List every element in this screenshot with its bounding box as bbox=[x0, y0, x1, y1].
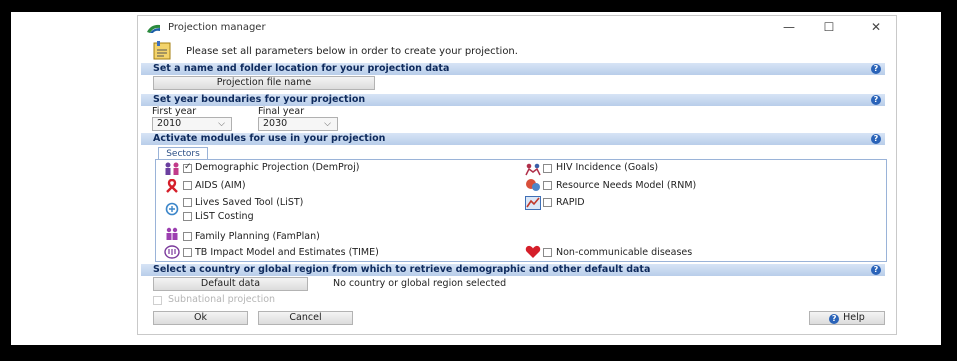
rnm-icon bbox=[526, 179, 540, 191]
rapid-icon bbox=[525, 196, 541, 210]
time-label: TB Impact Model and Estimates (TIME) bbox=[195, 247, 379, 258]
intro-text: Please set all parameters below in order… bbox=[186, 46, 518, 57]
help-icon[interactable]: ? bbox=[871, 265, 881, 275]
rnm-label: Resource Needs Model (RNM) bbox=[556, 180, 697, 191]
famplan-label: Family Planning (FamPlan) bbox=[195, 231, 320, 242]
window-title: Projection manager bbox=[168, 22, 266, 33]
subnational-checkbox[interactable] bbox=[153, 296, 162, 305]
section-years-title: Set year boundaries for your projection bbox=[153, 94, 366, 105]
ncd-label: Non-communicable diseases bbox=[556, 247, 693, 258]
demproj-label: Demographic Projection (DemProj) bbox=[195, 162, 360, 173]
app-logo-icon bbox=[147, 24, 160, 33]
demproj-checkbox[interactable] bbox=[183, 162, 192, 173]
goals-label: HIV Incidence (Goals) bbox=[556, 162, 659, 173]
ncd-checkbox[interactable] bbox=[543, 248, 552, 257]
section-modules-header: Activate modules for use in your project… bbox=[141, 133, 885, 145]
rapid-checkbox[interactable] bbox=[543, 198, 552, 207]
chevron-down-icon: ⌵ bbox=[218, 119, 225, 129]
help-icon[interactable]: ? bbox=[871, 64, 881, 74]
list-costing-checkbox[interactable] bbox=[183, 212, 192, 221]
section-name-header: Set a name and folder location for your … bbox=[141, 63, 885, 75]
final-year-select[interactable]: 2030 ⌵ bbox=[258, 117, 338, 131]
final-year-value: 2030 bbox=[263, 118, 288, 129]
help-icon[interactable]: ? bbox=[871, 134, 881, 144]
projection-file-name-button[interactable]: Projection file name bbox=[153, 76, 375, 90]
goals-icon bbox=[525, 163, 541, 176]
ok-button[interactable]: Ok bbox=[153, 311, 248, 325]
close-button[interactable]: ✕ bbox=[865, 18, 887, 36]
first-year-label: First year bbox=[152, 106, 197, 117]
aids-label: AIDS (AIM) bbox=[195, 180, 246, 191]
help-icon: ? bbox=[829, 314, 840, 324]
famplan-checkbox[interactable] bbox=[183, 232, 192, 241]
first-year-select[interactable]: 2010 ⌵ bbox=[152, 117, 232, 131]
list-costing-label: LiST Costing bbox=[195, 211, 254, 222]
aids-ribbon-icon bbox=[166, 179, 178, 193]
famplan-icon bbox=[166, 227, 178, 240]
default-data-button[interactable]: Default data bbox=[153, 277, 308, 291]
minimize-button[interactable]: — bbox=[778, 18, 800, 36]
heart-icon bbox=[525, 245, 541, 258]
first-year-value: 2010 bbox=[157, 118, 182, 129]
demproj-icon bbox=[165, 162, 179, 175]
help-button[interactable]: ? Help bbox=[809, 311, 885, 325]
projection-manager-window: Projection manager — ☐ ✕ Please set all … bbox=[137, 15, 897, 335]
section-country-header: Select a country or global region from w… bbox=[141, 264, 885, 276]
chevron-down-icon: ⌵ bbox=[324, 119, 331, 129]
rnm-checkbox[interactable] bbox=[543, 181, 552, 190]
subnational-label: Subnational projection bbox=[168, 294, 276, 305]
goals-checkbox[interactable] bbox=[543, 164, 552, 173]
section-name-title: Set a name and folder location for your … bbox=[153, 63, 450, 74]
help-button-label: Help bbox=[843, 312, 865, 323]
projection-wizard-icon bbox=[153, 41, 171, 60]
help-icon[interactable]: ? bbox=[871, 95, 881, 105]
list-checkbox[interactable] bbox=[183, 198, 192, 207]
rapid-label: RAPID bbox=[556, 197, 585, 208]
section-country-title: Select a country or global region from w… bbox=[153, 264, 651, 275]
title-bar: Projection manager — ☐ ✕ bbox=[138, 16, 896, 40]
section-modules-title: Activate modules for use in your project… bbox=[153, 133, 386, 144]
cancel-button[interactable]: Cancel bbox=[258, 311, 353, 325]
section-years-header: Set year boundaries for your projection … bbox=[141, 94, 885, 106]
maximize-button[interactable]: ☐ bbox=[818, 18, 840, 36]
country-status-text: No country or global region selected bbox=[333, 278, 507, 289]
time-checkbox[interactable] bbox=[183, 248, 192, 257]
time-icon bbox=[164, 245, 180, 259]
aids-checkbox[interactable] bbox=[183, 181, 192, 190]
list-icon bbox=[165, 202, 179, 216]
list-label: Lives Saved Tool (LiST) bbox=[195, 197, 304, 208]
final-year-label: Final year bbox=[258, 106, 305, 117]
